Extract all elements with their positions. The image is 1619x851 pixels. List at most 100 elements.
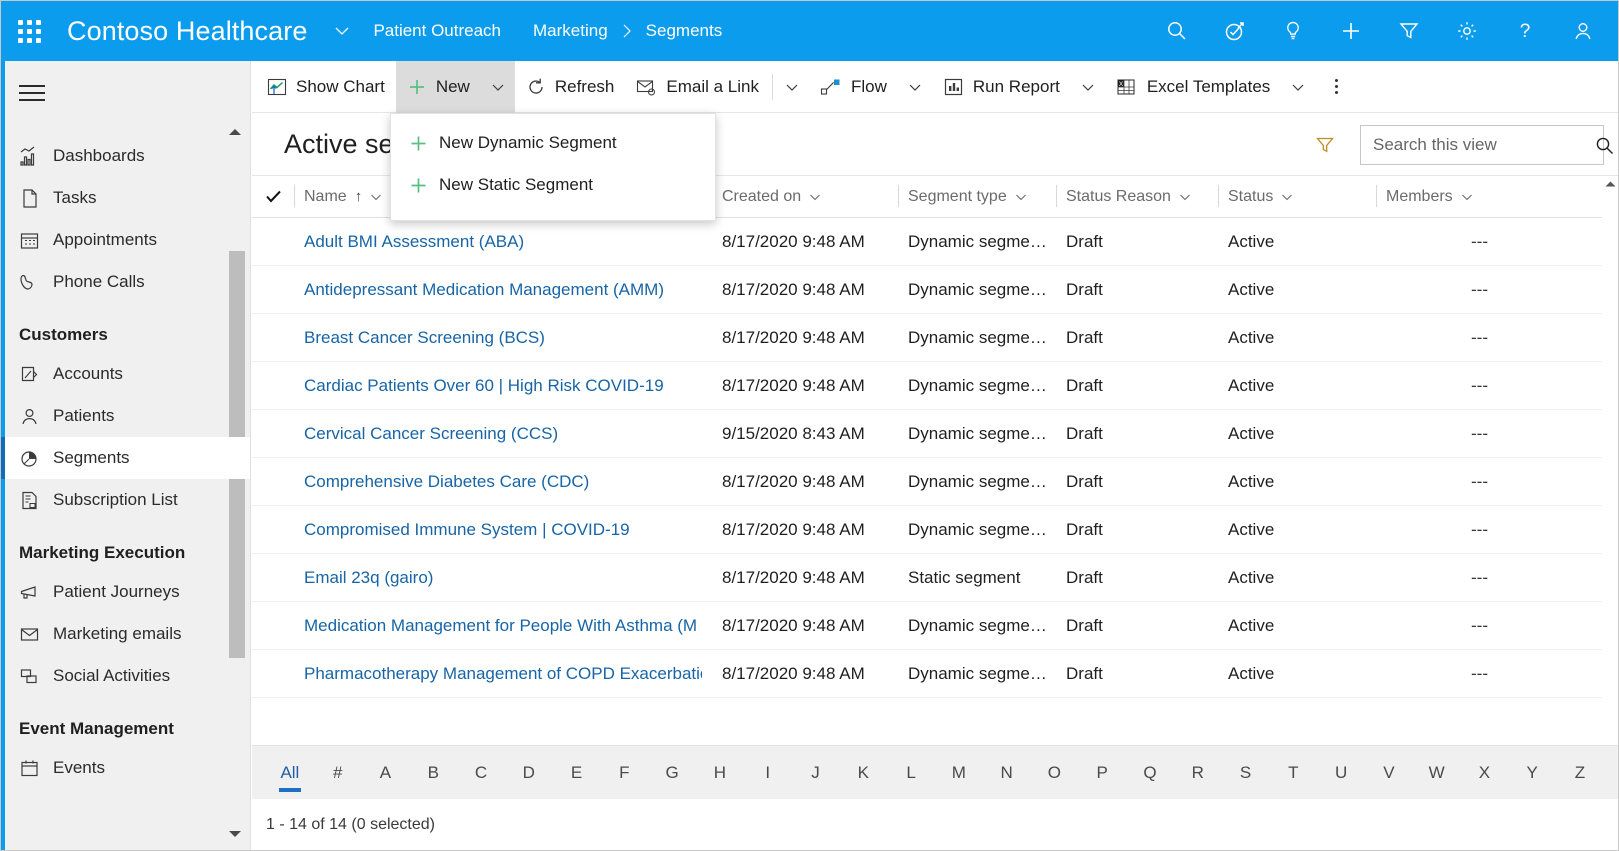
cell-name[interactable]: Compromised Immune System | COVID-19 — [294, 506, 712, 554]
sidebar-item-phone-calls[interactable]: Phone Calls — [1, 261, 250, 303]
table-row[interactable]: Compromised Immune System | COVID-19 8/17… — [252, 506, 1618, 554]
cell-name[interactable]: Breast Cancer Screening (BCS) — [294, 314, 712, 362]
breadcrumb-item-segments[interactable]: Segments — [646, 21, 723, 41]
select-all-checkbox[interactable] — [252, 176, 294, 218]
alpha-filter-d[interactable]: D — [505, 756, 553, 790]
alpha-filter-z[interactable]: Z — [1556, 756, 1604, 790]
row-checkbox[interactable] — [252, 458, 294, 506]
alpha-filter-k[interactable]: K — [839, 756, 887, 790]
flow-button[interactable]: Flow — [809, 61, 898, 113]
cell-name[interactable]: Cardiac Patients Over 60 | High Risk COV… — [294, 362, 712, 410]
alpha-filter-h[interactable]: H — [696, 756, 744, 790]
edit-filters-icon[interactable] — [1304, 125, 1346, 165]
settings-gear-icon[interactable] — [1438, 1, 1496, 61]
chevron-down-icon[interactable] — [1280, 190, 1294, 204]
column-header-segment-type[interactable]: Segment type — [898, 176, 1056, 218]
new-chevron-down-icon[interactable] — [481, 61, 515, 113]
sidebar-item-segments[interactable]: Segments — [1, 437, 250, 479]
cell-name[interactable]: Medication Management for People With As… — [294, 602, 712, 650]
excel-templates-button[interactable]: X Excel Templates — [1105, 61, 1281, 113]
chevron-down-icon[interactable] — [369, 190, 383, 204]
sidebar-item-marketing-emails[interactable]: Marketing emails — [1, 613, 250, 655]
grid-vertical-scrollbar[interactable] — [1602, 176, 1618, 782]
alpha-filter-hash[interactable]: # — [314, 756, 362, 790]
cell-name[interactable]: Cervical Cancer Screening (CCS) — [294, 410, 712, 458]
email-a-link-button[interactable]: Email a Link — [625, 61, 770, 113]
alpha-filter-t[interactable]: T — [1269, 756, 1317, 790]
help-icon[interactable]: ? — [1496, 1, 1554, 61]
alpha-filter-y[interactable]: Y — [1508, 756, 1556, 790]
breadcrumb-item-marketing[interactable]: Marketing — [533, 21, 608, 41]
chevron-down-icon[interactable] — [808, 190, 822, 204]
row-checkbox[interactable] — [252, 650, 294, 698]
alpha-filter-g[interactable]: G — [648, 756, 696, 790]
row-checkbox[interactable] — [252, 314, 294, 362]
sidebar-item-subscription-list[interactable]: Subscription List — [1, 479, 250, 521]
alpha-filter-r[interactable]: R — [1174, 756, 1222, 790]
refresh-button[interactable]: Refresh — [515, 61, 626, 113]
column-header-members[interactable]: Members — [1376, 176, 1506, 218]
sidebar-item-dashboards[interactable]: Dashboards — [1, 135, 250, 177]
app-name-label[interactable]: Patient Outreach — [373, 21, 501, 41]
run-report-button[interactable]: Run Report — [932, 61, 1071, 113]
cell-name[interactable]: Adult BMI Assessment (ABA) — [294, 218, 712, 266]
app-launcher-icon[interactable] — [1, 1, 57, 61]
alpha-filter-all[interactable]: All — [266, 756, 314, 790]
row-checkbox[interactable] — [252, 506, 294, 554]
table-row[interactable]: Comprehensive Diabetes Care (CDC) 8/17/20… — [252, 458, 1618, 506]
alpha-filter-i[interactable]: I — [744, 756, 792, 790]
sidebar-item-events[interactable]: Events — [1, 747, 250, 789]
cell-name[interactable]: Antidepressant Medication Management (AM… — [294, 266, 712, 314]
search-icon[interactable] — [1148, 1, 1206, 61]
table-row[interactable]: Antidepressant Medication Management (AM… — [252, 266, 1618, 314]
row-checkbox[interactable] — [252, 362, 294, 410]
sidebar-item-patients[interactable]: Patients — [1, 395, 250, 437]
cell-name[interactable]: Comprehensive Diabetes Care (CDC) — [294, 458, 712, 506]
alpha-filter-m[interactable]: M — [935, 756, 983, 790]
alpha-filter-o[interactable]: O — [1031, 756, 1079, 790]
row-checkbox[interactable] — [252, 602, 294, 650]
sidebar-item-appointments[interactable]: Appointments — [1, 219, 250, 261]
more-commands-button[interactable] — [1315, 61, 1357, 113]
sidebar-item-patient-journeys[interactable]: Patient Journeys — [1, 571, 250, 613]
menu-item-new-dynamic-segment[interactable]: New Dynamic Segment — [391, 122, 715, 164]
table-row[interactable]: Email 23q (gairo) 8/17/2020 9:48 AM Static… — [252, 554, 1618, 602]
cell-name[interactable]: Pharmacotherapy Management of COPD Exace… — [294, 650, 712, 698]
alpha-filter-q[interactable]: Q — [1126, 756, 1174, 790]
table-row[interactable]: Cervical Cancer Screening (CCS) 9/15/2020… — [252, 410, 1618, 458]
table-row[interactable]: Cardiac Patients Over 60 | High Risk COV… — [252, 362, 1618, 410]
table-row[interactable]: Breast Cancer Screening (BCS) 8/17/2020 9… — [252, 314, 1618, 362]
search-this-view-box[interactable] — [1360, 125, 1613, 165]
filter-icon[interactable] — [1380, 1, 1438, 61]
alpha-filter-b[interactable]: B — [409, 756, 457, 790]
column-header-status[interactable]: Status — [1218, 176, 1376, 218]
user-avatar-icon[interactable] — [1554, 1, 1612, 61]
assistant-icon[interactable] — [1206, 1, 1264, 61]
row-checkbox[interactable] — [252, 218, 294, 266]
search-input[interactable] — [1373, 135, 1594, 155]
sidebar-item-tasks[interactable]: Tasks — [1, 177, 250, 219]
grid-scroll-up-arrow[interactable] — [1602, 176, 1618, 192]
sidebar-item-social-activities[interactable]: Social Activities — [1, 655, 250, 697]
chevron-down-icon[interactable] — [1178, 190, 1192, 204]
new-button[interactable]: New — [396, 61, 481, 113]
alpha-filter-f[interactable]: F — [600, 756, 648, 790]
row-checkbox[interactable] — [252, 266, 294, 314]
excel-templates-chevron-down-icon[interactable] — [1281, 61, 1315, 113]
lightbulb-icon[interactable] — [1264, 1, 1322, 61]
search-icon[interactable] — [1594, 135, 1615, 156]
quick-create-icon[interactable] — [1322, 1, 1380, 61]
alpha-filter-u[interactable]: U — [1317, 756, 1365, 790]
show-chart-button[interactable]: Show Chart — [256, 61, 396, 113]
alpha-filter-x[interactable]: X — [1461, 756, 1509, 790]
alpha-filter-p[interactable]: P — [1078, 756, 1126, 790]
table-row[interactable]: Medication Management for People With As… — [252, 602, 1618, 650]
table-row[interactable]: Adult BMI Assessment (ABA) 8/17/2020 9:48… — [252, 218, 1618, 266]
alpha-filter-c[interactable]: C — [457, 756, 505, 790]
alpha-filter-w[interactable]: W — [1413, 756, 1461, 790]
menu-item-new-static-segment[interactable]: New Static Segment — [391, 164, 715, 206]
alpha-filter-j[interactable]: J — [792, 756, 840, 790]
site-map-hamburger-icon[interactable] — [19, 75, 59, 111]
table-row[interactable]: Pharmacotherapy Management of COPD Exace… — [252, 650, 1618, 698]
row-checkbox[interactable] — [252, 410, 294, 458]
